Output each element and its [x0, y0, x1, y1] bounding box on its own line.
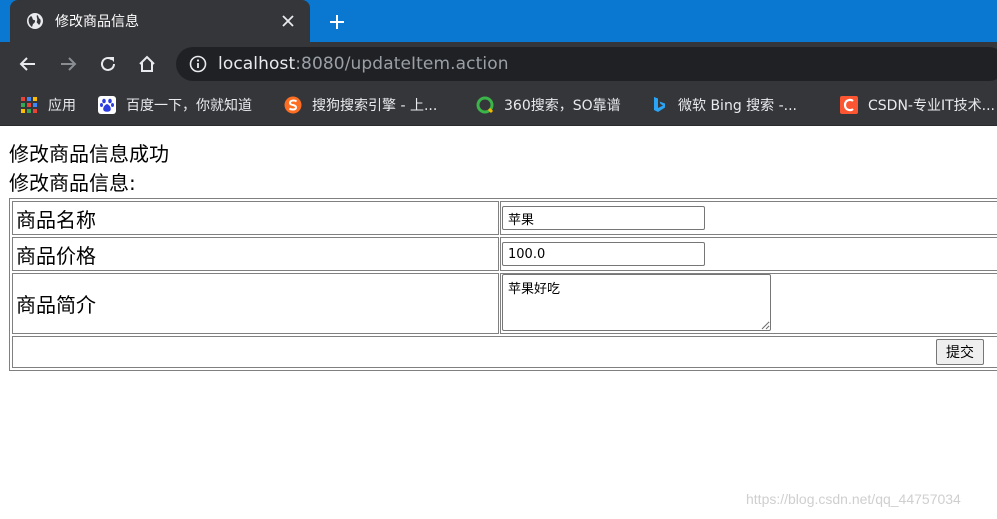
- bookmark-label: 应用: [48, 98, 76, 114]
- item-name-input[interactable]: [502, 206, 705, 230]
- browser-tab[interactable]: 修改商品信息: [10, 0, 310, 42]
- submit-row-cell: [12, 336, 997, 368]
- globe-icon: [27, 13, 43, 29]
- toolbar: localhost:8080/updateItem.action: [0, 42, 997, 86]
- tab-title: 修改商品信息: [55, 14, 139, 30]
- reload-icon[interactable]: [97, 53, 119, 75]
- bookmarks-bar: 应用 百度一下，你就知道 搜狗搜索引擎 - 上... 360搜索，SO靠谱 微软…: [0, 86, 997, 126]
- 360-search-icon: [476, 96, 494, 114]
- address-bar[interactable]: localhost:8080/updateItem.action: [176, 47, 997, 81]
- bookmark-apps[interactable]: 应用: [20, 94, 76, 116]
- bookmark-label: 百度一下，你就知道: [126, 98, 252, 114]
- submit-button[interactable]: 提交: [936, 339, 984, 365]
- baidu-paw-icon: [98, 96, 116, 114]
- price-label: 商品价格: [16, 243, 96, 268]
- info-icon[interactable]: [189, 55, 207, 73]
- csdn-icon: [840, 96, 858, 114]
- item-price-input[interactable]: [502, 242, 705, 266]
- name-label: 商品名称: [16, 207, 96, 232]
- bookmark-label: 微软 Bing 搜索 -...: [678, 98, 798, 114]
- price-label-cell: 商品价格: [12, 237, 499, 271]
- home-icon[interactable]: [136, 53, 158, 75]
- tab-strip: 修改商品信息: [0, 0, 997, 42]
- forward-arrow-icon[interactable]: [57, 53, 79, 75]
- bookmark-csdn[interactable]: CSDN-专业IT技术...: [840, 94, 995, 116]
- url-text: localhost:8080/updateItem.action: [218, 54, 509, 74]
- form-heading: 修改商品信息:: [9, 171, 136, 195]
- apps-grid-icon: [21, 97, 37, 113]
- desc-label-cell: 商品简介: [12, 273, 499, 334]
- desc-label: 商品简介: [16, 293, 96, 317]
- bookmark-360[interactable]: 360搜索，SO靠谱: [476, 94, 621, 116]
- close-icon[interactable]: [278, 11, 298, 31]
- page-content: 修改商品信息成功 修改商品信息: 商品名称 商品价格 商品简介 苹果好吃 提交: [0, 127, 997, 519]
- bookmark-bing[interactable]: 微软 Bing 搜索 -...: [650, 94, 797, 116]
- name-label-cell: 商品名称: [12, 201, 499, 235]
- resize-grip-icon[interactable]: [760, 320, 770, 330]
- bookmark-label: 搜狗搜索引擎 - 上...: [312, 98, 438, 114]
- bing-icon: [654, 97, 665, 112]
- success-message: 修改商品信息成功: [9, 142, 169, 166]
- watermark: https://blog.csdn.net/qq_44757034: [746, 491, 961, 507]
- url-rest: :8080/updateItem.action: [295, 54, 509, 74]
- bookmark-sogou[interactable]: 搜狗搜索引擎 - 上...: [284, 94, 437, 116]
- plus-icon[interactable]: [326, 11, 348, 33]
- item-desc-textarea[interactable]: 苹果好吃: [502, 274, 771, 331]
- bookmark-baidu[interactable]: 百度一下，你就知道: [98, 94, 252, 116]
- url-host: localhost: [218, 54, 296, 74]
- back-arrow-icon[interactable]: [17, 53, 39, 75]
- sogou-icon: [284, 96, 302, 114]
- bookmark-label: CSDN-专业IT技术...: [868, 98, 995, 114]
- bookmark-label: 360搜索，SO靠谱: [504, 98, 621, 114]
